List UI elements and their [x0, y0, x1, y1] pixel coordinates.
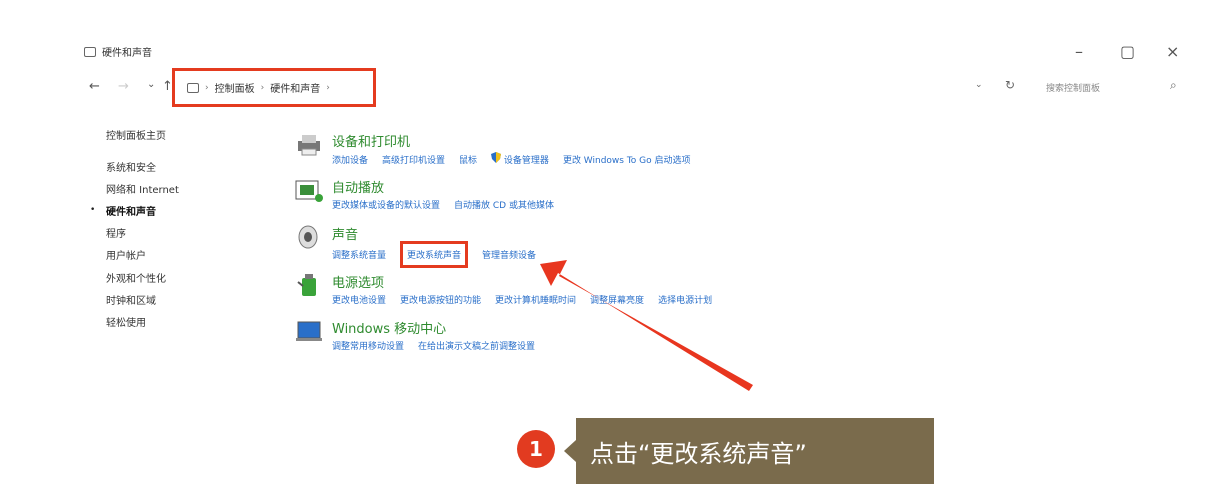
link-device-manager[interactable]: 设备管理器: [491, 152, 549, 166]
sidebar-item-appearance[interactable]: 外观和个性化: [106, 270, 166, 285]
window-title: 硬件和声音: [84, 44, 152, 59]
link-windows-to-go[interactable]: 更改 Windows To Go 启动选项: [563, 153, 691, 166]
category-title[interactable]: 自动播放: [332, 177, 554, 196]
step-badge: 1: [517, 430, 555, 468]
breadcrumb-separator[interactable]: ›: [326, 83, 330, 93]
annotation-arrow: [540, 260, 753, 391]
autoplay-icon: [295, 180, 323, 202]
breadcrumb-separator: ›: [260, 82, 265, 93]
link-presentation-settings[interactable]: 在给出演示文稿之前调整设置: [418, 339, 535, 352]
sidebar-item-home[interactable]: 控制面板主页: [106, 127, 166, 142]
link-autoplay-cd[interactable]: 自动播放 CD 或其他媒体: [454, 198, 554, 211]
forward-button[interactable]: →: [118, 79, 129, 94]
link-advanced-printer-settings[interactable]: 高级打印机设置: [382, 153, 445, 166]
category-mobility-center: Windows 移动中心 调整常用移动设置 在给出演示文稿之前调整设置: [294, 318, 535, 352]
link-adjust-volume[interactable]: 调整系统音量: [332, 248, 386, 261]
link-change-media-defaults[interactable]: 更改媒体或设备的默认设置: [332, 198, 440, 211]
category-title[interactable]: Windows 移动中心: [332, 318, 535, 337]
mobility-center-icon: [296, 321, 322, 341]
category-autoplay: 自动播放 更改媒体或设备的默认设置 自动播放 CD 或其他媒体: [294, 177, 554, 211]
close-button[interactable]: ×: [1166, 42, 1179, 61]
printer-icon: [298, 135, 320, 156]
hardware-sound-icon: [187, 82, 199, 93]
category-sound: 声音 调整系统音量 更改系统声音 管理音频设备: [294, 224, 536, 268]
search-input[interactable]: 搜索控制面板: [1046, 81, 1100, 94]
breadcrumb-control-panel[interactable]: 控制面板: [215, 80, 255, 95]
breadcrumb-hardware-sound[interactable]: 硬件和声音: [270, 80, 320, 95]
refresh-button[interactable]: ↻: [1005, 78, 1015, 92]
back-button[interactable]: ←: [89, 79, 100, 94]
window-title-text: 硬件和声音: [102, 48, 152, 59]
sidebar-item-programs[interactable]: 程序: [106, 225, 126, 240]
link-battery-settings[interactable]: 更改电池设置: [332, 293, 386, 306]
hardware-sound-icon: [84, 46, 96, 57]
sidebar-item-ease-of-access[interactable]: 轻松使用: [106, 314, 146, 329]
maximize-button[interactable]: ▢: [1120, 42, 1135, 61]
link-mobility-settings[interactable]: 调整常用移动设置: [332, 339, 404, 352]
address-bar[interactable]: › 控制面板 › 硬件和声音 ›: [172, 68, 376, 107]
link-add-device[interactable]: 添加设备: [332, 153, 368, 166]
shield-icon: [491, 152, 502, 163]
breadcrumb-separator: ›: [205, 82, 209, 93]
active-marker: •: [90, 205, 96, 215]
link-change-system-sounds[interactable]: 更改系统声音: [400, 241, 469, 268]
category-title[interactable]: 设备和打印机: [332, 131, 691, 150]
speaker-icon: [298, 225, 318, 249]
sidebar-item-clock-region[interactable]: 时钟和区域: [106, 292, 156, 307]
power-icon: [297, 274, 316, 296]
search-icon[interactable]: ⌕: [1170, 78, 1177, 93]
category-devices-printers: 设备和打印机 添加设备 高级打印机设置 鼠标 设备管理器 更改 Windows …: [294, 131, 691, 166]
sidebar-item-system-security[interactable]: 系统和安全: [106, 159, 156, 174]
sidebar-item-user-accounts[interactable]: 用户帐户: [106, 247, 146, 262]
sidebar-item-network[interactable]: 网络和 Internet: [106, 181, 179, 196]
link-power-button[interactable]: 更改电源按钮的功能: [400, 293, 481, 306]
address-dropdown-button[interactable]: ⌄: [975, 80, 983, 90]
minimize-button[interactable]: –: [1075, 42, 1083, 61]
instruction-callout: 点击“更改系统声音”: [564, 418, 934, 484]
recent-locations-button[interactable]: ⌄: [147, 79, 155, 90]
link-mouse[interactable]: 鼠标: [459, 153, 477, 166]
sidebar-item-hardware-sound[interactable]: 硬件和声音: [106, 203, 156, 218]
